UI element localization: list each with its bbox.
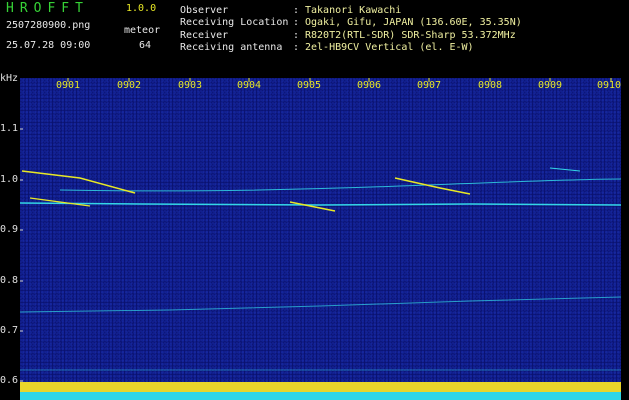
xtick-label: 0910 bbox=[597, 80, 622, 91]
info-value: R820T2(RTL-SDR) SDR-Sharp 53.372MHz bbox=[305, 29, 516, 41]
info-row-receiver: Receiver : R820T2(RTL-SDR) SDR-Sharp 53.… bbox=[180, 30, 522, 42]
xtick-label: 0907 bbox=[417, 80, 442, 91]
ytick-label: 0.8 bbox=[0, 275, 19, 286]
xtick-label: 0904 bbox=[237, 80, 262, 91]
info-sep: : bbox=[293, 41, 300, 53]
meteor-trace bbox=[289, 201, 336, 212]
info-value: Ogaki, Gifu, JAPAN (136.60E, 35.35N) bbox=[305, 17, 522, 29]
meteor-count: 64 bbox=[139, 40, 152, 51]
carrier-trace-0.74 bbox=[20, 296, 621, 313]
station-info: Observer : Takanori Kawachi Receiving Lo… bbox=[180, 5, 522, 54]
ytick-label: 0.7 bbox=[0, 325, 19, 336]
axis-unit: kHz bbox=[0, 73, 19, 84]
ytick-label: 1.1 bbox=[0, 123, 19, 134]
info-key: Observer bbox=[180, 5, 229, 16]
timestamp: 25.07.28 09:00 bbox=[6, 40, 91, 51]
info-sep: : bbox=[293, 29, 300, 41]
ytick-label: 0.6 bbox=[0, 375, 19, 386]
info-key: Receiving antenna bbox=[180, 41, 283, 53]
info-sep: : bbox=[293, 5, 300, 16]
ytick-label: 0.9 bbox=[0, 224, 19, 235]
meteor-trace bbox=[21, 170, 136, 194]
meteor-trace bbox=[549, 167, 581, 172]
xtick-label: 0902 bbox=[117, 80, 142, 91]
info-key: Receiver bbox=[180, 29, 229, 41]
frequency-tick-marks bbox=[20, 128, 23, 382]
app-title: HROFFT bbox=[6, 1, 89, 16]
carrier-trace-0.95 bbox=[20, 202, 621, 206]
carrier-trace-0.97 bbox=[59, 178, 621, 192]
info-row-location: Receiving Location : Ogaki, Gifu, JAPAN … bbox=[180, 17, 522, 29]
meteor-label: meteor bbox=[124, 25, 161, 36]
app-version: 1.0.0 bbox=[126, 3, 157, 14]
info-value: 2el-HB9CV Vertical (el. E-W) bbox=[305, 41, 474, 53]
info-value: Takanori Kawachi bbox=[305, 5, 402, 16]
info-key: Receiving Location bbox=[180, 17, 289, 29]
xtick-label: 0906 bbox=[357, 80, 382, 91]
info-row-observer: Observer : Takanori Kawachi bbox=[180, 5, 522, 17]
info-sep: : bbox=[293, 17, 300, 29]
xtick-label: 0901 bbox=[56, 80, 81, 91]
minute-tick-marks bbox=[67, 78, 612, 82]
signal-bar-cyan bbox=[20, 392, 621, 400]
xtick-label: 0908 bbox=[478, 80, 503, 91]
spectrogram bbox=[20, 78, 621, 400]
xtick-label: 0909 bbox=[538, 80, 563, 91]
meteor-trace bbox=[29, 197, 91, 207]
filename: 2507280900.png bbox=[6, 20, 91, 31]
ytick-label: 1.0 bbox=[0, 174, 19, 185]
xtick-label: 0905 bbox=[297, 80, 322, 91]
info-row-antenna: Receiving antenna : 2el-HB9CV Vertical (… bbox=[180, 42, 522, 54]
xtick-label: 0903 bbox=[178, 80, 203, 91]
